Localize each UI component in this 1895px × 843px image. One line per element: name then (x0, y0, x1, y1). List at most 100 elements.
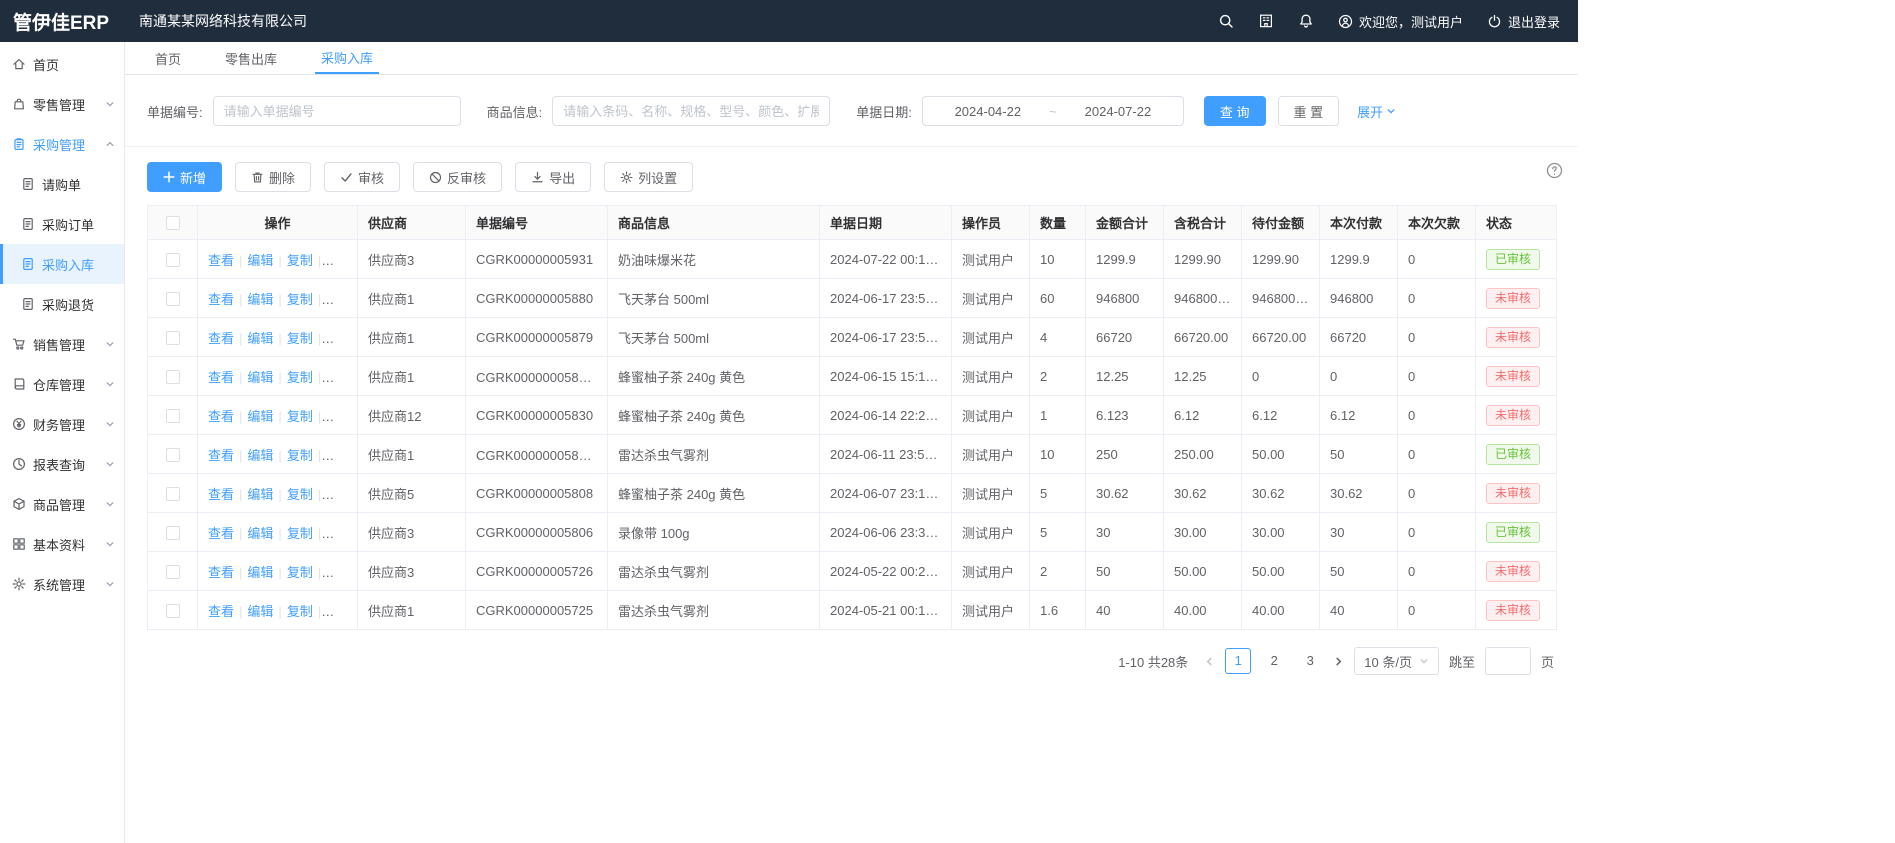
row-checkbox[interactable] (166, 253, 180, 267)
row-action-edit[interactable]: 编辑 (247, 604, 273, 619)
row-action-edit[interactable]: 编辑 (247, 565, 273, 580)
row-checkbox[interactable] (166, 526, 180, 540)
status-badge: 已审核 (1486, 249, 1540, 270)
filter-date: 单据日期: 2024-04-22 ~ 2024-07-22 (856, 96, 1184, 126)
row-action-view[interactable]: 查看 (208, 331, 234, 346)
row-action-copy[interactable]: 复制 (287, 370, 313, 385)
audit-button[interactable]: 审核 (324, 162, 400, 192)
row-action-edit[interactable]: 编辑 (247, 370, 273, 385)
date-to[interactable]: 2024-07-22 (1085, 104, 1152, 119)
sidebar-item-warehouse-mgmt[interactable]: 仓库管理 (0, 364, 124, 404)
select-all-checkbox[interactable] (166, 216, 180, 230)
report-icon (12, 457, 26, 471)
row-action-edit[interactable]: 编辑 (247, 331, 273, 346)
row-action-view[interactable]: 查看 (208, 292, 234, 307)
sidebar-subitem-purchase-order[interactable]: 采购订单 (0, 204, 124, 244)
action-divider: | (318, 253, 321, 268)
row-action-view[interactable]: 查看 (208, 604, 234, 619)
row-action-view[interactable]: 查看 (208, 253, 234, 268)
add-button[interactable]: 新增 (147, 162, 222, 192)
cell-supplier: 供应商3 (358, 240, 466, 279)
cell-payable: 1299.90 (1242, 240, 1320, 279)
row-action-copy[interactable]: 复制 (287, 604, 313, 619)
action-divider: | (318, 448, 321, 463)
page-button-2[interactable]: 2 (1261, 648, 1287, 674)
building-icon[interactable] (1258, 13, 1274, 29)
sidebar-subitem-purchase-return[interactable]: 采购退货 (0, 284, 124, 324)
sidebar-item-purchase-mgmt[interactable]: 采购管理 (0, 124, 124, 164)
sidebar-item-goods-mgmt[interactable]: 商品管理 (0, 484, 124, 524)
sidebar-item-report-query[interactable]: 报表查询 (0, 444, 124, 484)
tab-home[interactable]: 首页 (149, 42, 187, 74)
row-action-copy[interactable]: 复制 (287, 253, 313, 268)
page-button-3[interactable]: 3 (1297, 648, 1323, 674)
row-checkbox[interactable] (166, 331, 180, 345)
row-action-copy[interactable]: 复制 (287, 487, 313, 502)
row-checkbox[interactable] (166, 487, 180, 501)
bill-date-label: 单据日期: (856, 102, 912, 121)
row-action-copy[interactable]: 复制 (287, 331, 313, 346)
row-action-edit[interactable]: 编辑 (247, 409, 273, 424)
sidebar-subitem-purchase-inbound[interactable]: 采购入库 (0, 244, 124, 284)
product-info-input[interactable] (552, 96, 830, 126)
sidebar-item-home[interactable]: 首页 (0, 44, 124, 84)
page-size-select[interactable]: 10 条/页 (1354, 647, 1439, 675)
delete-button[interactable]: 删除 (235, 162, 311, 192)
welcome-user[interactable]: 欢迎您，测试用户 (1338, 12, 1463, 31)
next-page-button[interactable] (1333, 656, 1344, 667)
sidebar-item-sales-mgmt[interactable]: 销售管理 (0, 324, 124, 364)
row-checkbox[interactable] (166, 565, 180, 579)
row-checkbox[interactable] (166, 292, 180, 306)
row-checkbox[interactable] (166, 409, 180, 423)
bill-no-input[interactable] (213, 96, 461, 126)
row-action-edit[interactable]: 编辑 (247, 526, 273, 541)
row-checkbox[interactable] (166, 370, 180, 384)
prev-page-button[interactable] (1204, 656, 1215, 667)
help-icon[interactable] (1546, 162, 1563, 179)
status-badge: 已审核 (1486, 444, 1540, 465)
expand-link[interactable]: 展开 (1357, 102, 1396, 121)
top-header: 管伊佳ERP 南通某某网络科技有限公司 欢迎您，测试用户 (0, 0, 1578, 42)
sidebar-item-retail-mgmt[interactable]: 零售管理 (0, 84, 124, 124)
date-from[interactable]: 2024-04-22 (955, 104, 1022, 119)
date-range-picker[interactable]: 2024-04-22 ~ 2024-07-22 (922, 96, 1184, 126)
row-action-view[interactable]: 查看 (208, 526, 234, 541)
row-action-copy[interactable]: 复制 (287, 448, 313, 463)
page-button-1[interactable]: 1 (1225, 648, 1251, 674)
chevron-up-icon (105, 139, 115, 149)
row-action-edit[interactable]: 编辑 (247, 487, 273, 502)
row-action-copy[interactable]: 复制 (287, 526, 313, 541)
row-action-view[interactable]: 查看 (208, 370, 234, 385)
row-action-edit[interactable]: 编辑 (247, 292, 273, 307)
row-checkbox[interactable] (166, 604, 180, 618)
cell-operator: 测试用户 (952, 357, 1030, 396)
jump-page-input[interactable] (1485, 647, 1531, 675)
sidebar-item-system-mgmt[interactable]: 系统管理 (0, 564, 124, 604)
row-action-view[interactable]: 查看 (208, 448, 234, 463)
topbar-actions: 欢迎您，测试用户 退出登录 (1218, 12, 1578, 31)
row-action-copy[interactable]: 复制 (287, 409, 313, 424)
row-checkbox[interactable] (166, 448, 180, 462)
search-button[interactable]: 查 询 (1204, 96, 1266, 126)
tab-purchase-inbound[interactable]: 采购入库 (315, 42, 379, 74)
row-action-view[interactable]: 查看 (208, 409, 234, 424)
reset-button[interactable]: 重 置 (1278, 96, 1340, 126)
row-action-view[interactable]: 查看 (208, 565, 234, 580)
row-action-copy[interactable]: 复制 (287, 292, 313, 307)
unaudit-button[interactable]: 反审核 (413, 162, 502, 192)
search-icon[interactable] (1218, 13, 1234, 29)
column-settings-button[interactable]: 列设置 (604, 162, 693, 192)
sidebar-subitem-purchase-request[interactable]: 请购单 (0, 164, 124, 204)
row-action-edit[interactable]: 编辑 (247, 448, 273, 463)
action-divider: | (239, 370, 242, 385)
sidebar-item-finance-mgmt[interactable]: 财务管理 (0, 404, 124, 444)
logout-button[interactable]: 退出登录 (1487, 12, 1560, 31)
row-action-edit[interactable]: 编辑 (247, 253, 273, 268)
sidebar-subitem-label: 请购单 (42, 175, 124, 194)
bell-icon[interactable] (1298, 13, 1314, 29)
row-action-copy[interactable]: 复制 (287, 565, 313, 580)
row-action-view[interactable]: 查看 (208, 487, 234, 502)
tab-retail-outbound[interactable]: 零售出库 (219, 42, 283, 74)
export-button[interactable]: 导出 (515, 162, 591, 192)
sidebar-item-base-data[interactable]: 基本资料 (0, 524, 124, 564)
